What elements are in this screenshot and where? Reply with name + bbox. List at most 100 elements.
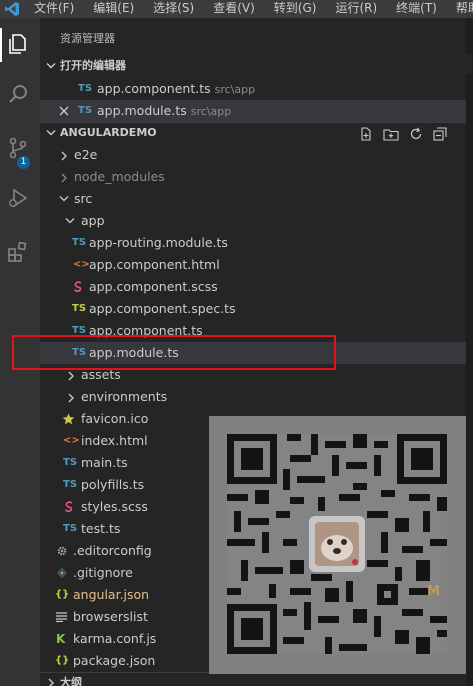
open-editor-name: app.component.ts bbox=[97, 81, 211, 96]
tree-label: app.component.ts bbox=[89, 323, 203, 338]
tree-file[interactable]: <> app.component.html bbox=[40, 254, 466, 276]
typescript-icon: TS bbox=[72, 325, 87, 336]
tree-folder[interactable]: app bbox=[40, 210, 466, 232]
outline-header[interactable]: 大纲 bbox=[40, 673, 466, 686]
typescript-icon: TS bbox=[78, 105, 93, 116]
menu-bar: 文件(F) 编辑(E) 选择(S) 查看(V) 转到(G) 运行(R) 终端(T… bbox=[34, 0, 473, 18]
open-editor-path: src\app bbox=[214, 83, 256, 96]
collapse-all-icon[interactable] bbox=[433, 127, 447, 141]
tree-file[interactable]: TS app.component.ts bbox=[40, 320, 466, 342]
html-icon: <> bbox=[63, 435, 80, 446]
tree-label: app.component.scss bbox=[89, 279, 218, 294]
tree-label: .gitignore bbox=[73, 565, 133, 580]
editor-breadcrumb bbox=[466, 54, 473, 74]
menu-terminal[interactable]: 终端(T) bbox=[396, 0, 437, 18]
menu-run[interactable]: 运行(R) bbox=[335, 0, 377, 18]
tree-label: node_modules bbox=[74, 169, 165, 184]
typescript-icon: TS bbox=[72, 347, 87, 358]
menu-edit[interactable]: 编辑(E) bbox=[93, 0, 134, 18]
title-bar: 文件(F) 编辑(E) 选择(S) 查看(V) 转到(G) 运行(R) 终端(T… bbox=[0, 0, 473, 18]
sass-icon bbox=[74, 281, 82, 292]
typescript-icon: TS bbox=[63, 523, 78, 534]
editor-area bbox=[466, 18, 473, 686]
tree-label: karma.conf.js bbox=[73, 631, 157, 646]
tree-label: styles.scss bbox=[81, 499, 148, 514]
html-icon: <> bbox=[73, 259, 90, 270]
new-file-icon[interactable] bbox=[359, 127, 373, 141]
watermark-letter: M bbox=[427, 584, 440, 599]
extensions-icon bbox=[8, 241, 27, 262]
tree-label: app.component.html bbox=[89, 257, 220, 272]
chevron-right-icon bbox=[68, 393, 74, 403]
project-label: ANGULARDEMO bbox=[60, 126, 157, 139]
star-icon bbox=[62, 413, 75, 425]
tree-file[interactable]: app.component.scss bbox=[40, 276, 466, 298]
tree-file[interactable]: TS app-routing.module.ts bbox=[40, 232, 466, 254]
chevron-right-icon bbox=[68, 371, 74, 381]
run-debug-icon bbox=[9, 188, 28, 208]
tree-label: app bbox=[81, 213, 105, 228]
menu-help[interactable]: 帮助(H) bbox=[456, 0, 473, 18]
tree-label: test.ts bbox=[81, 521, 121, 536]
open-editor-name: app.module.ts bbox=[97, 103, 187, 118]
chevron-down-icon bbox=[46, 63, 56, 69]
typescript-icon: TS bbox=[63, 479, 78, 490]
json-icon: {} bbox=[55, 589, 70, 600]
activity-explorer[interactable] bbox=[0, 24, 40, 64]
tree-label: favicon.ico bbox=[81, 411, 149, 426]
scm-count-badge: 1 bbox=[17, 156, 30, 169]
activity-search[interactable] bbox=[0, 74, 40, 114]
activity-bar: 1 bbox=[0, 18, 40, 686]
tree-label: app.module.ts bbox=[89, 345, 179, 360]
tree-folder[interactable]: e2e bbox=[40, 144, 466, 166]
project-header[interactable]: ANGULARDEMO bbox=[40, 123, 466, 143]
vscode-logo-icon bbox=[5, 2, 19, 16]
open-editors-label: 打开的编辑器 bbox=[60, 59, 126, 72]
tree-label: app.component.spec.ts bbox=[89, 301, 236, 316]
menu-selection[interactable]: 选择(S) bbox=[153, 0, 194, 18]
chevron-down-icon bbox=[59, 196, 69, 202]
json-icon: {} bbox=[55, 655, 70, 666]
menu-file[interactable]: 文件(F) bbox=[34, 0, 74, 18]
typescript-icon: TS bbox=[78, 83, 93, 94]
explorer-actions bbox=[359, 127, 447, 141]
new-folder-icon[interactable] bbox=[383, 127, 399, 141]
tree-label: index.html bbox=[81, 433, 148, 448]
tree-folder[interactable]: assets bbox=[40, 364, 466, 386]
tree-file-selected[interactable]: TS app.module.ts bbox=[40, 342, 466, 364]
tree-label: environments bbox=[81, 389, 168, 404]
tree-label: browserslist bbox=[73, 609, 148, 624]
chevron-down-icon bbox=[65, 218, 75, 224]
menu-go[interactable]: 转到(G) bbox=[274, 0, 317, 18]
tree-folder[interactable]: environments bbox=[40, 386, 466, 408]
tree-label: polyfills.ts bbox=[81, 477, 145, 492]
git-icon bbox=[56, 567, 68, 579]
open-editor-item[interactable]: TS app.component.ts src\app bbox=[40, 78, 466, 100]
qr-code-image bbox=[227, 434, 447, 654]
chevron-down-icon bbox=[46, 130, 56, 136]
gear-icon bbox=[57, 546, 67, 556]
tree-folder[interactable]: node_modules bbox=[40, 166, 466, 188]
outline-label: 大纲 bbox=[60, 676, 82, 686]
tree-folder[interactable]: src bbox=[40, 188, 466, 210]
tree-file[interactable]: TS app.component.spec.ts bbox=[40, 298, 466, 320]
karma-icon: K bbox=[56, 632, 66, 646]
tree-label: .editorconfig bbox=[73, 543, 152, 558]
tree-label: package.json bbox=[73, 653, 156, 668]
refresh-icon[interactable] bbox=[409, 127, 423, 141]
tree-label: main.ts bbox=[81, 455, 128, 470]
tree-label: app-routing.module.ts bbox=[89, 235, 228, 250]
menu-view[interactable]: 查看(V) bbox=[213, 0, 255, 18]
close-icon[interactable] bbox=[59, 106, 69, 116]
open-editors-header[interactable]: 打开的编辑器 bbox=[40, 56, 466, 76]
chevron-right-icon bbox=[48, 678, 54, 686]
tree-label: e2e bbox=[74, 147, 98, 162]
open-editor-item[interactable]: TS app.module.ts src\app bbox=[40, 100, 466, 122]
qr-code-overlay: M bbox=[209, 416, 466, 674]
activity-extensions[interactable] bbox=[0, 232, 40, 272]
sass-icon bbox=[65, 501, 73, 512]
activity-source-control[interactable]: 1 bbox=[0, 128, 40, 169]
chevron-right-icon bbox=[61, 173, 67, 183]
explorer-title: 资源管理器 bbox=[60, 32, 115, 45]
activity-run-debug[interactable] bbox=[0, 178, 40, 218]
